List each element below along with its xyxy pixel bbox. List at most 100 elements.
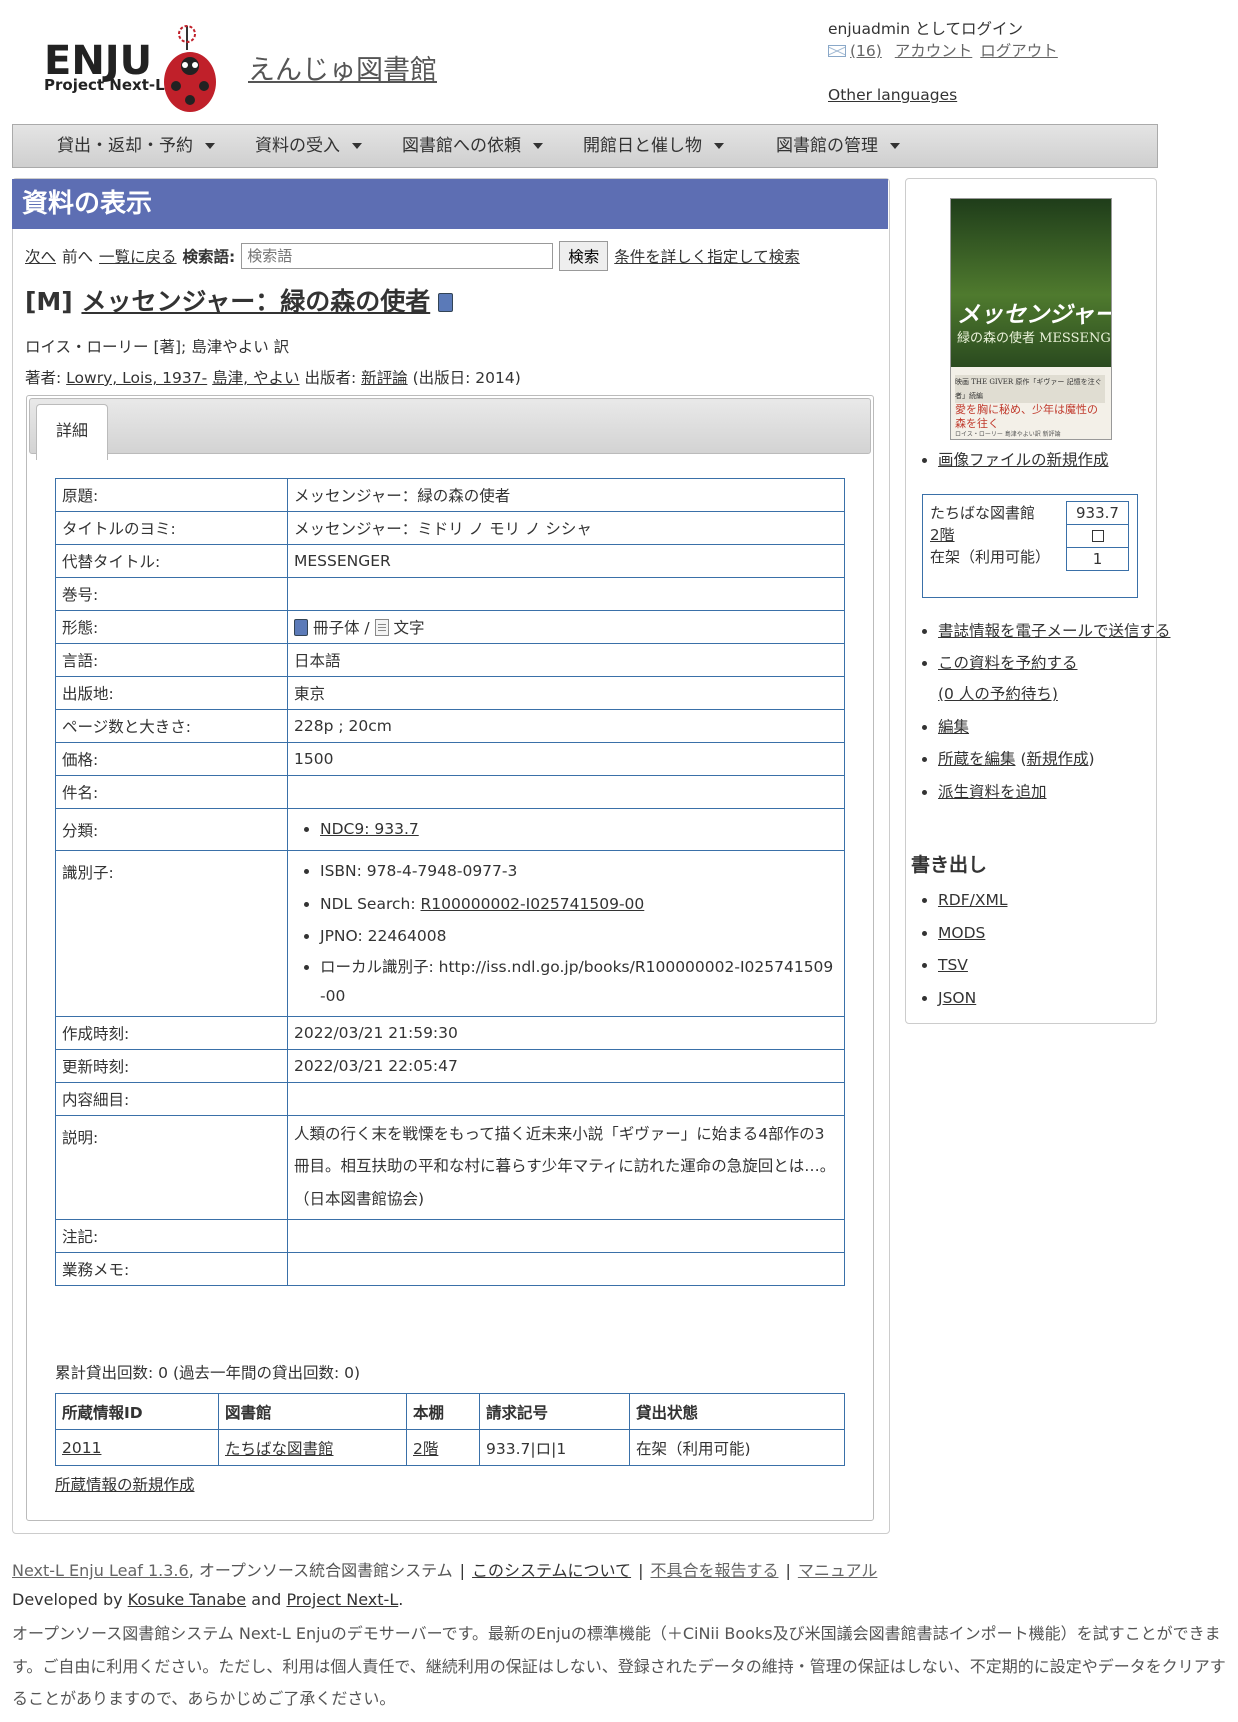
checkout-count: 累計貸出回数: 0 (過去一年間の貸出回数: 0) [55, 1364, 361, 1382]
carrier-type: 冊子体 / [312, 619, 370, 637]
nav-request[interactable]: 図書館への依頼 [388, 125, 557, 167]
isbn: ISBN: 978-4-7948-0977-3 [320, 855, 838, 888]
ndl-link[interactable]: R100000002-I025741509-00 [421, 895, 645, 913]
table-row: 出版地: 東京 [55, 676, 845, 710]
table-row: 代替タイトル: MESSENGER [55, 544, 845, 578]
export-mods-link[interactable]: MODS [938, 924, 985, 942]
table-row: ページ数と大きさ: 228p ; 20cm [55, 709, 845, 743]
ndl-search: NDL Search: R100000002-I025741509-00 [320, 888, 838, 921]
publisher-label: 出版者: [304, 369, 357, 387]
developer-link[interactable]: Kosuke Tanabe [128, 1590, 246, 1609]
table-row: 識別子: ISBN: 978-4-7948-0977-3 NDL Search:… [55, 850, 845, 1017]
table-row: 業務メモ: [55, 1252, 845, 1286]
nav-acquisition[interactable]: 資料の受入 [241, 125, 376, 167]
nav-admin[interactable]: 図書館の管理 [762, 125, 914, 167]
mail-icon[interactable] [828, 45, 846, 57]
classification-link[interactable]: NDC9: 933.7 [320, 820, 419, 838]
new-image-link[interactable]: 画像ファイルの新規作成 [938, 451, 1109, 469]
project-link[interactable]: Project Next-L [286, 1590, 398, 1609]
edit-link[interactable]: 編集 [938, 718, 969, 736]
export-rdf-link[interactable]: RDF/XML [938, 891, 1007, 909]
back-to-list-link[interactable]: 一覧に戻る [99, 245, 177, 267]
tab-bar [29, 398, 871, 454]
nav-label: 資料の受入 [255, 136, 340, 156]
report-bug-link[interactable]: 不具合を報告する [650, 1561, 778, 1580]
table-row: 形態: 冊子体 / 文字 [55, 610, 845, 644]
export-heading: 書き出し [911, 854, 988, 876]
ladybug-icon [164, 25, 216, 112]
nav-events[interactable]: 開館日と催し物 [569, 125, 738, 167]
export-json-link[interactable]: JSON [938, 989, 976, 1007]
shelf-link[interactable]: 2階 [413, 1440, 438, 1458]
edit-items-link[interactable]: 所蔵を編集 [938, 750, 1016, 768]
table-row: 更新時刻: 2022/03/21 22:05:47 [55, 1048, 845, 1083]
account-link[interactable]: アカウント [895, 42, 973, 60]
tab-detail[interactable]: 詳細 [36, 404, 108, 460]
reserve-link[interactable]: この資料を予約する [938, 654, 1078, 672]
caret-down-icon [533, 143, 543, 149]
login-status: enjuadmin としてログイン [828, 20, 1024, 38]
table-row: 件名: [55, 775, 845, 809]
text-document-icon [374, 619, 389, 636]
search-input[interactable] [241, 243, 554, 269]
advanced-search-link[interactable]: 条件を詳しく指定して検索 [614, 245, 800, 267]
square-icon [1091, 530, 1104, 542]
prev-label: 前へ [62, 248, 94, 266]
caret-down-icon [352, 143, 362, 149]
creator-link[interactable]: 島津, やよい [212, 369, 299, 387]
export-tsv-link[interactable]: TSV [938, 956, 968, 974]
site-name-link[interactable]: えんじゅ図書館 [248, 48, 437, 87]
creators-line: 著者: Lowry, Lois, 1937- 島津, やよい 出版者: 新評論 … [25, 366, 521, 388]
table-row: 言語: 日本語 [55, 643, 845, 677]
caret-down-icon [205, 143, 215, 149]
jpno: JPNO: 22464008 [320, 920, 838, 953]
table-row: 原題: メッセンジャー：緑の森の使者 [55, 478, 845, 512]
footer-links: Next-L Enju Leaf 1.3.6, オープンソース統合図書館システム… [12, 1561, 878, 1580]
caret-down-icon [714, 143, 724, 149]
about-link[interactable]: このシステムについて [472, 1561, 631, 1580]
content-type: 文字 [393, 619, 425, 637]
enju-logo[interactable]: ENJU Project Next-L [44, 24, 240, 120]
table-row: 分類:NDC9: 933.7 [55, 808, 845, 851]
book-icon [294, 619, 308, 636]
email-record-link[interactable]: 書誌情報を電子メールで送信する [938, 622, 1171, 640]
nav-label: 貸出・返却・予約 [57, 136, 193, 156]
table-row: 価格: 1500 [55, 742, 845, 776]
reserve-count-link[interactable]: (0 人の予約待ち) [938, 685, 1058, 703]
user-box: enjuadmin としてログイン (16) アカウント ログアウト [828, 18, 1128, 62]
other-languages-link[interactable]: Other languages [828, 86, 957, 104]
add-derived-link[interactable]: 派生資料を追加 [938, 783, 1047, 801]
caret-down-icon [890, 143, 900, 149]
nav-label: 図書館の管理 [776, 136, 878, 156]
search-button[interactable]: 検索 [559, 241, 609, 271]
book-title: [M] メッセンジャー：緑の森の使者 [25, 282, 454, 318]
creator-link[interactable]: Lowry, Lois, 1937- [66, 369, 207, 387]
shelf-link[interactable]: 2階 [930, 526, 955, 544]
image-actions: 画像ファイルの新規作成 [910, 444, 1178, 477]
mail-count-link[interactable]: (16) [850, 42, 882, 60]
page-heading: 資料の表示 [12, 179, 888, 229]
manual-link[interactable]: マニュアル [798, 1561, 878, 1580]
item-id-link[interactable]: 2011 [62, 1439, 101, 1457]
book-cover-image[interactable]: メッセンジャー 緑の森の使者 MESSENGER 映画 THE GIVER 原作… [950, 198, 1112, 440]
table-row: 作成時刻: 2022/03/21 21:59:30 [55, 1015, 845, 1050]
export-list: RDF/XML MODS TSV JSON [910, 884, 1178, 1014]
next-link[interactable]: 次へ [25, 245, 56, 267]
creators-label: 著者: [25, 369, 62, 387]
local-identifier: ローカル識別子: http://iss.ndl.go.jp/books/R100… [320, 953, 838, 1012]
title-link[interactable]: メッセンジャー：緑の森の使者 [81, 287, 430, 316]
logout-link[interactable]: ログアウト [980, 42, 1058, 60]
table-header-row: 所蔵情報ID 図書館 本棚 請求記号 貸出状態 [55, 1393, 845, 1430]
availability-library: たちばな図書館 2階 在架（利用可能） [930, 504, 1051, 566]
table-row: 説明: 人類の行く末を戦慄をもって描く近未来小説「ギヴァー」に始まる4部作の3冊目… [55, 1114, 845, 1220]
library-link[interactable]: たちばな図書館 [225, 1440, 334, 1458]
new-items-link[interactable]: 新規作成 [1027, 750, 1089, 768]
search-label: 検索語: [182, 248, 236, 266]
table-row: 内容細目: [55, 1081, 845, 1116]
title-prefix: [M] [25, 287, 73, 316]
table-row: タイトルのヨミ: メッセンジャー：ミドリ ノ モリ ノ シシャ [55, 511, 845, 545]
nav-circulation[interactable]: 貸出・返却・予約 [43, 125, 229, 167]
publisher-link[interactable]: 新評論 [361, 369, 408, 387]
new-item-link[interactable]: 所蔵情報の新規作成 [55, 1473, 195, 1495]
product-link[interactable]: Next-L Enju Leaf 1.3.6 [12, 1561, 189, 1580]
